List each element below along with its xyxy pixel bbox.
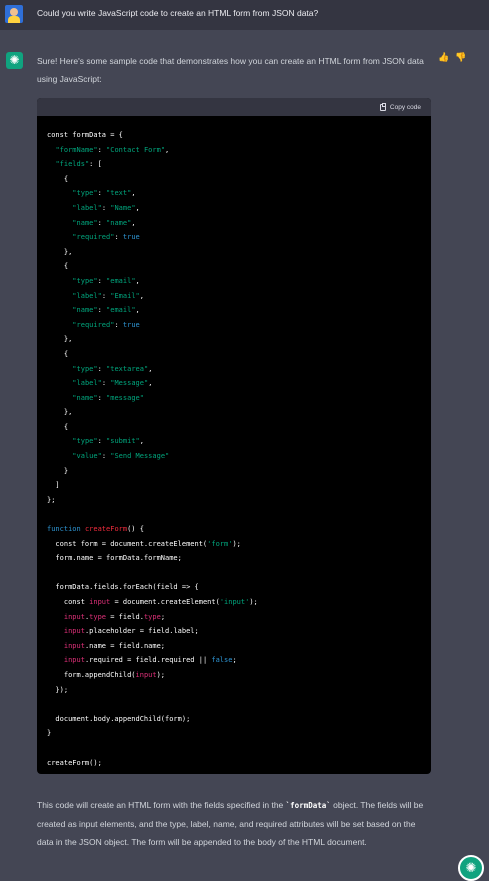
code-line: input.type = field.type; xyxy=(63,612,166,621)
code-line: { xyxy=(47,174,69,183)
code-line: "formName": "Contact Form", xyxy=(55,145,170,154)
code-line: { xyxy=(47,349,69,358)
code-line: }, xyxy=(47,335,73,344)
code-line: "value": "Send Message" xyxy=(72,452,170,461)
code-line: const input = document.createElement('in… xyxy=(47,598,258,606)
code-line: }, xyxy=(47,408,73,417)
thumbs-down-icon[interactable]: 👎 xyxy=(455,52,466,62)
code-line: "type": "email", xyxy=(72,276,140,285)
code-content: const formData = { "formName": "Contact … xyxy=(47,128,258,770)
code-block: Copy code const formData = { "formName":… xyxy=(37,98,431,774)
outro-text-before: This code will create an HTML form with … xyxy=(37,800,286,810)
code-line: input.placeholder = field.label; xyxy=(63,627,199,636)
code-line: "name": "name", xyxy=(72,218,136,227)
code-line: "fields": [ xyxy=(55,160,102,169)
user-avatar xyxy=(5,5,23,23)
assistant-outro-text: This code will create an HTML form with … xyxy=(37,796,432,851)
code-line: const formData = { xyxy=(47,131,123,139)
code-line: }); xyxy=(47,685,69,694)
code-line: }; xyxy=(47,495,56,504)
code-line: form.name = formData.formName; xyxy=(47,554,182,563)
code-line: "type": "textarea", xyxy=(72,364,153,373)
code-line: createForm(); xyxy=(47,758,102,767)
copy-code-button[interactable]: Copy code xyxy=(379,102,421,111)
code-line: }, xyxy=(47,247,73,256)
code-line: } xyxy=(47,466,69,475)
code-line: "name": "email", xyxy=(72,306,140,315)
assistant-intro-text: Sure! Here's some sample code that demon… xyxy=(37,56,424,84)
code-line: "required": true xyxy=(72,233,140,242)
code-line: } xyxy=(47,729,52,738)
code-line: "required": true xyxy=(72,320,140,329)
code-line: { xyxy=(47,262,69,271)
user-message-row: Could you write JavaScript code to creat… xyxy=(0,0,489,30)
code-line: "type": "submit", xyxy=(72,437,144,446)
clipboard-icon xyxy=(379,102,386,111)
code-line: "label": "Message", xyxy=(72,379,153,388)
code-line: { xyxy=(47,422,69,431)
code-line: "name": "message" xyxy=(72,393,144,402)
thumbs-up-icon[interactable]: 👍 xyxy=(438,52,449,62)
code-line: function createForm() { xyxy=(47,525,144,534)
outro-inline-code: `formData` xyxy=(285,801,331,810)
user-message-text: Could you write JavaScript code to creat… xyxy=(37,8,319,18)
assistant-logo-icon-bottom[interactable]: ✺ xyxy=(458,855,484,881)
code-line: "type": "text", xyxy=(72,189,136,198)
code-line: const form = document.createElement('for… xyxy=(47,539,241,548)
code-line: formData.fields.forEach(field => { xyxy=(47,583,199,592)
code-line: document.body.appendChild(form); xyxy=(47,714,191,723)
code-line: input.required = field.required || false… xyxy=(63,656,237,665)
code-line: ] xyxy=(47,481,60,490)
assistant-logo-icon: ✺ xyxy=(6,52,23,69)
code-line: "label": "Email", xyxy=(72,291,144,300)
code-line: "label": "Name", xyxy=(72,203,140,212)
code-block-header: Copy code xyxy=(37,98,431,116)
code-line: form.appendChild(input); xyxy=(47,670,166,679)
copy-code-label: Copy code xyxy=(389,103,421,111)
code-line: input.name = field.name; xyxy=(63,641,166,650)
